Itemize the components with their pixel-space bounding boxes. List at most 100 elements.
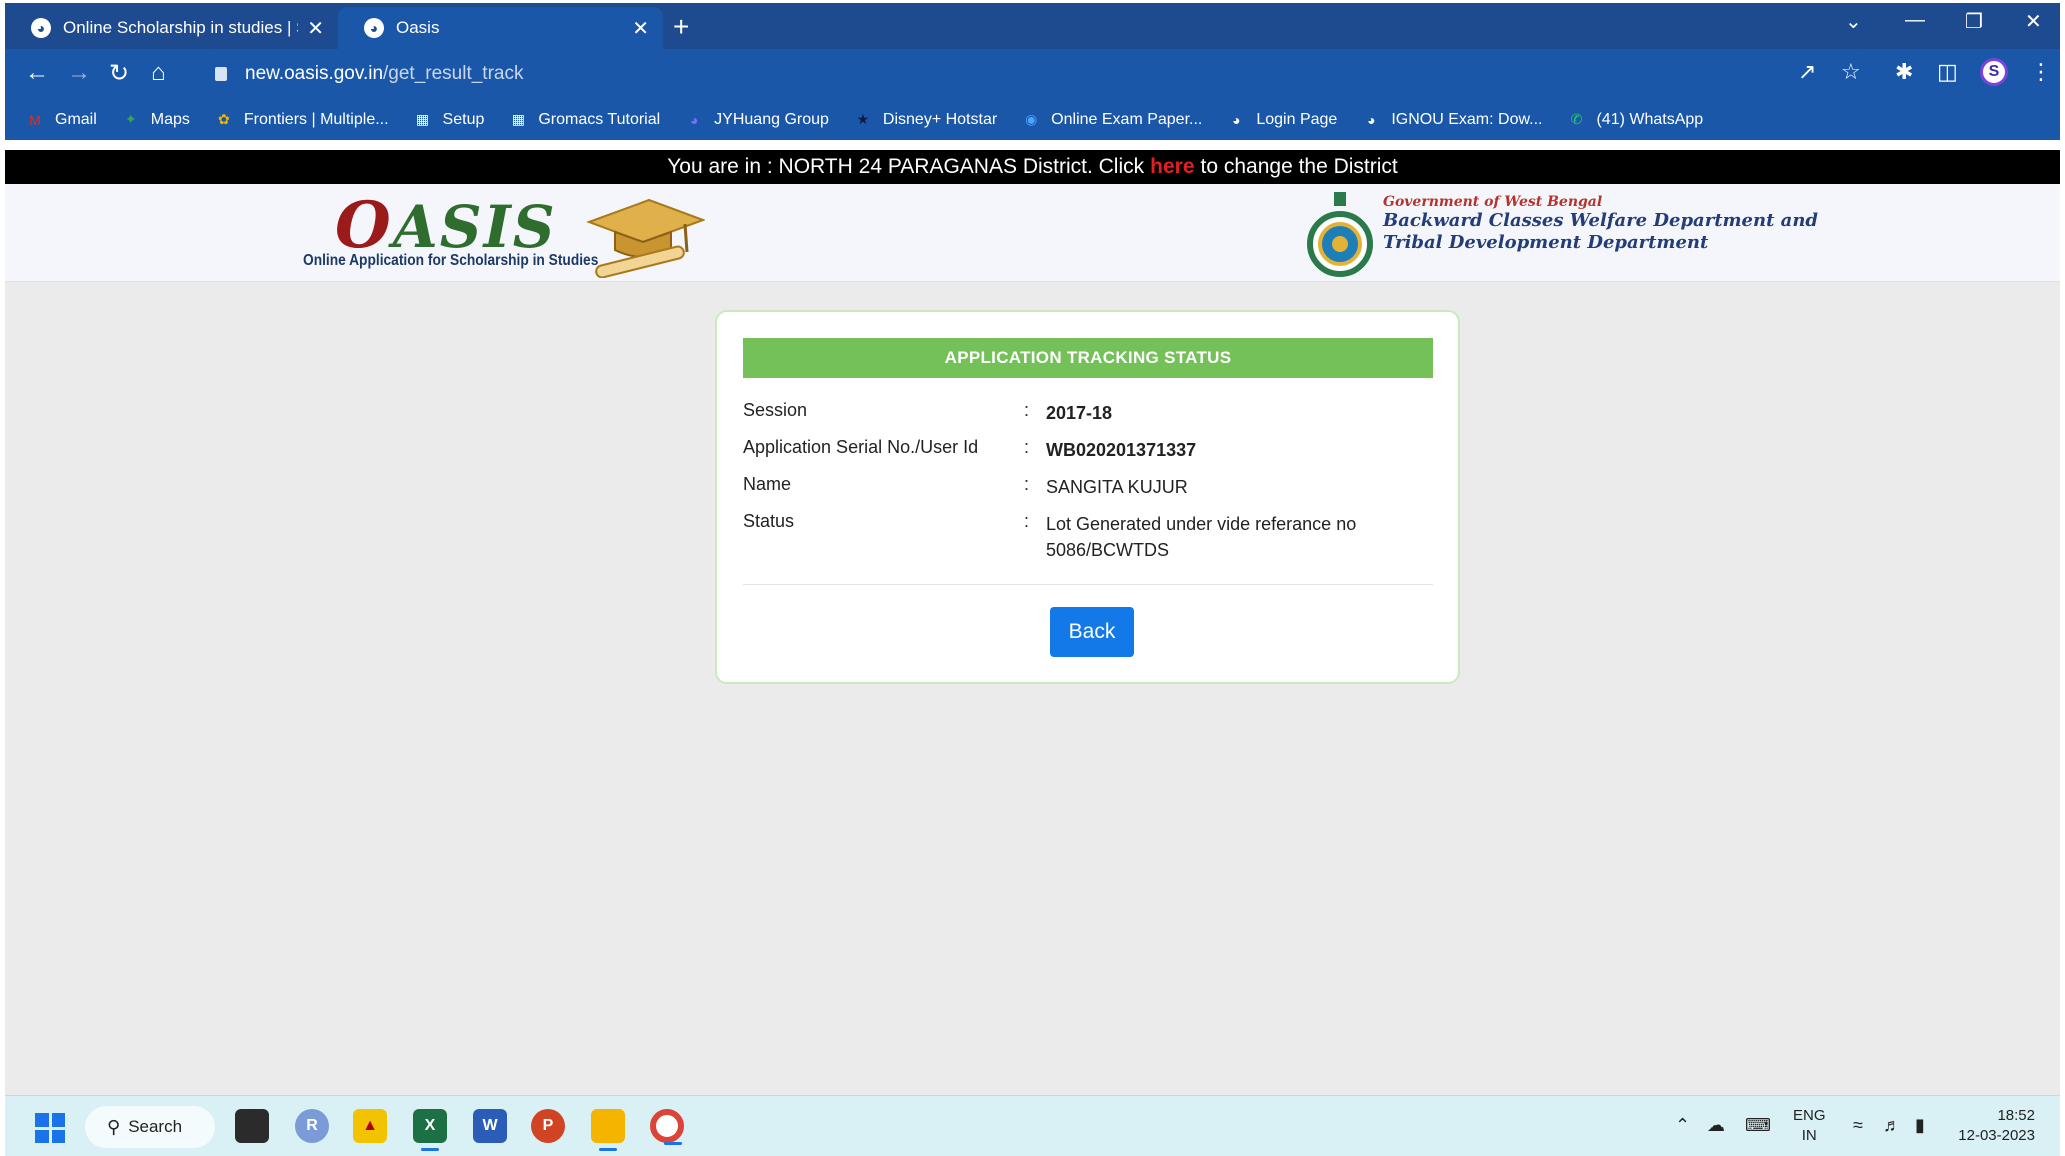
minimize-button[interactable]: — (1905, 9, 1925, 32)
bookmark-item[interactable]: M Gmail (25, 110, 97, 130)
browser-toolbar: ← → ↻ ⌂ new.oasis.gov.in/get_result_trac… (5, 49, 2060, 99)
chrome-icon[interactable] (650, 1109, 684, 1145)
row-colon: : (1024, 511, 1030, 531)
excel-icon[interactable]: X (413, 1109, 447, 1151)
government-line: Government of West Bengal (1383, 194, 1603, 210)
windows-taskbar: ⚲ Search R ▲ X W P ⌃ ☁ ⌨ ENG IN ≈ ♬ ▮ 18… (5, 1095, 2060, 1156)
windows-start-icon[interactable] (35, 1113, 65, 1143)
lock-icon[interactable] (215, 67, 227, 81)
extensions-icon[interactable]: ✱ (1895, 59, 1913, 85)
back-arrow-icon[interactable]: ← (25, 59, 49, 87)
clock-date: 12-03-2023 (1958, 1127, 2035, 1144)
bookmarks-bar: M Gmail ✦ Maps ✿ Frontiers | Multiple... ▦ Setu… (5, 99, 2060, 140)
powerpoint-icon[interactable]: P (531, 1109, 565, 1143)
frontiers-icon: ✿ (218, 111, 230, 127)
globe-icon: ◕ (1232, 111, 1241, 128)
language-indicator[interactable]: ENG IN (1793, 1106, 1826, 1146)
bookmark-label: JYHuang Group (714, 110, 829, 128)
globe-icon: ◕ (364, 18, 384, 38)
name-value: SANGITA KUJUR (1046, 477, 1188, 497)
close-window-button[interactable]: ✕ (2025, 9, 2042, 34)
restore-button[interactable]: ❐ (1965, 9, 1983, 34)
row-colon: : (1024, 474, 1030, 494)
tracking-status-card: APPLICATION TRACKING STATUS Session : 20… (715, 310, 1460, 684)
session-value: 2017-18 (1046, 403, 1113, 423)
graduation-cap-icon (586, 198, 705, 278)
keyboard-icon[interactable]: ⌨ (1745, 1115, 1771, 1136)
reload-icon[interactable]: ↻ (109, 59, 129, 88)
bookmark-item[interactable]: ▦ Setup (413, 110, 484, 130)
search-icon: ⚲ (107, 1116, 121, 1137)
department-line-2: Tribal Development Department (1383, 232, 1709, 253)
bookmark-item[interactable]: ▦ Gromacs Tutorial (508, 110, 660, 130)
row-label: Name (743, 474, 792, 494)
district-text: You are in : NORTH 24 PARAGANAS District… (667, 155, 1145, 178)
profile-avatar[interactable]: S (1980, 58, 2008, 86)
babel-app-icon[interactable]: ▲ (353, 1109, 387, 1143)
row-colon: : (1024, 437, 1030, 457)
close-icon[interactable]: ✕ (307, 16, 324, 41)
whatsapp-icon: ✆ (1570, 111, 1583, 127)
bookmark-item[interactable]: ◕ IGNOU Exam: Dow... (1361, 110, 1542, 130)
change-district-link[interactable]: here (1150, 155, 1194, 179)
application-serial-value: WB020201371337 (1046, 440, 1197, 460)
side-panel-icon[interactable]: ◫ (1937, 59, 1958, 85)
west-bengal-emblem-icon (1307, 192, 1373, 277)
file-explorer-icon[interactable] (591, 1109, 625, 1151)
share-icon[interactable]: ↗ (1798, 59, 1816, 85)
logo-subtitle: Online Application for Scholarship in St… (303, 252, 599, 269)
chevron-up-icon[interactable]: ⌃ (1675, 1115, 1690, 1136)
bookmark-item[interactable]: ✿ Frontiers | Multiple... (214, 110, 389, 130)
home-icon[interactable]: ⌂ (151, 59, 166, 87)
bookmark-item[interactable]: ◕ Login Page (1226, 110, 1337, 130)
tab-search-icon[interactable]: ⌄ (1845, 9, 1862, 34)
bookmark-item[interactable]: ✆ (41) WhatsApp (1566, 110, 1704, 130)
volume-icon[interactable]: ♬ (1883, 1115, 1901, 1136)
tab-title: Oasis (396, 18, 440, 37)
tab-strip: ◕ Online Scholarship in studies | Sc ✕ ◕… (5, 3, 2060, 49)
taskbar-search[interactable]: ⚲ Search (85, 1106, 215, 1148)
address-bar[interactable]: new.oasis.gov.in/get_result_track (195, 55, 1875, 93)
clock[interactable]: 18:52 12-03-2023 (1955, 1106, 2035, 1146)
row-label: Status (743, 511, 795, 531)
globe-icon: ◕ (689, 111, 699, 128)
bookmark-label: Maps (150, 110, 190, 128)
search-label: Search (128, 1117, 183, 1136)
battery-icon[interactable]: ▮ (1915, 1115, 1925, 1136)
tab-online-scholarship[interactable]: ◕ Online Scholarship in studies | Sc ✕ (5, 7, 338, 49)
exam-icon: ◉ (1025, 111, 1038, 127)
page-content: You are in : NORTH 24 PARAGANAS District… (5, 150, 2060, 1095)
row-label: Session (743, 400, 808, 420)
bookmark-label: (41) WhatsApp (1596, 110, 1704, 128)
tab-oasis[interactable]: ◕ Oasis ✕ (338, 7, 663, 49)
bookmark-item[interactable]: ◉ Online Exam Paper... (1021, 110, 1202, 130)
wifi-icon[interactable]: ≈ (1853, 1115, 1863, 1136)
card-heading: APPLICATION TRACKING STATUS (743, 338, 1433, 378)
new-tab-button[interactable]: + (673, 11, 689, 43)
bookmark-item[interactable]: ✦ Maps (121, 110, 190, 130)
bookmark-label: Gromacs Tutorial (538, 110, 661, 128)
star-icon[interactable]: ☆ (1841, 59, 1861, 85)
bookmark-item[interactable]: ★ Disney+ Hotstar (853, 110, 998, 130)
globe-icon: ◕ (31, 18, 51, 38)
r-app-icon[interactable]: R (295, 1109, 329, 1143)
gmail-icon: M (29, 111, 41, 128)
word-icon[interactable]: W (473, 1109, 507, 1143)
bookmark-item[interactable]: ◕ JYHuang Group (684, 110, 829, 130)
close-icon[interactable]: ✕ (632, 16, 649, 41)
oasis-logo[interactable]: OASIS Online Application for Scholarship… (295, 188, 715, 278)
status-value: Lot Generated under vide referance no 50… (1046, 514, 1357, 560)
onedrive-offline-icon[interactable]: ☁ (1707, 1115, 1725, 1136)
row-colon: : (1024, 400, 1030, 420)
forward-arrow-icon[interactable]: → (67, 59, 91, 87)
back-button[interactable]: Back (1050, 607, 1134, 657)
maps-icon: ✦ (124, 111, 137, 127)
grid-icon: ▦ (415, 111, 430, 127)
department-title: Government of West Bengal Backward Class… (1383, 194, 1818, 254)
task-view-icon[interactable] (235, 1109, 269, 1143)
clock-time: 18:52 (1997, 1107, 2035, 1124)
url-path: /get_result_track (383, 63, 524, 84)
bookmark-label: Login Page (1256, 110, 1338, 128)
menu-kebab-icon[interactable]: ⋮ (2030, 59, 2052, 85)
browser-window: ◕ Online Scholarship in studies | Sc ✕ ◕… (0, 0, 2065, 140)
